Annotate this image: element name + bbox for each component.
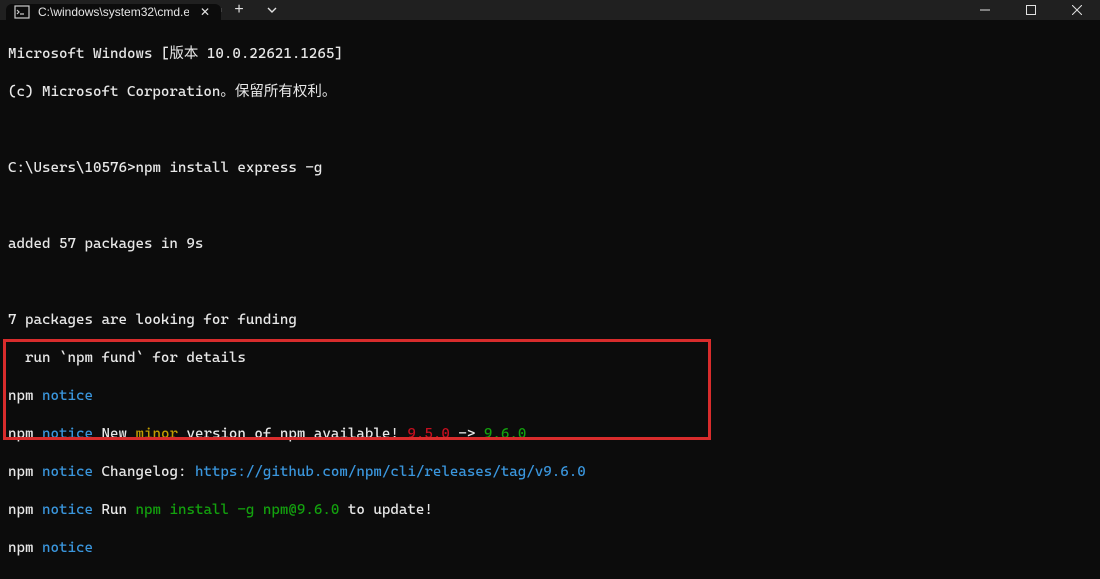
tab-cmd[interactable]: C:\windows\system32\cmd.exe ✕ bbox=[6, 4, 221, 20]
terminal-line: (c) Microsoft Corporation。保留所有权利。 bbox=[8, 83, 1092, 102]
maximize-icon bbox=[1026, 5, 1036, 15]
terminal-line bbox=[8, 273, 1092, 292]
terminal-line: C:\Users\10576>npm install express -g bbox=[8, 159, 1092, 178]
titlebar-drag-area[interactable] bbox=[288, 0, 962, 20]
terminal-line: added 57 packages in 9s bbox=[8, 235, 1092, 254]
chevron-down-icon bbox=[267, 5, 277, 15]
close-button[interactable] bbox=[1054, 0, 1100, 20]
tab-close-button[interactable]: ✕ bbox=[197, 5, 213, 19]
maximize-button[interactable] bbox=[1008, 0, 1054, 20]
terminal-line bbox=[8, 197, 1092, 216]
terminal-line: npm notice bbox=[8, 387, 1092, 406]
terminal-line: npm notice Run npm install -g npm@9.6.0 … bbox=[8, 501, 1092, 520]
terminal-line: Microsoft Windows [版本 10.0.22621.1265] bbox=[8, 45, 1092, 64]
terminal-line: npm notice Changelog: https://github.com… bbox=[8, 463, 1092, 482]
minimize-button[interactable] bbox=[962, 0, 1008, 20]
terminal-line: npm notice bbox=[8, 539, 1092, 558]
close-icon bbox=[1072, 5, 1082, 15]
terminal-content[interactable]: Microsoft Windows [版本 10.0.22621.1265] (… bbox=[0, 20, 1100, 579]
minimize-icon bbox=[980, 5, 990, 15]
terminal-line: 7 packages are looking for funding bbox=[8, 311, 1092, 330]
titlebar: C:\windows\system32\cmd.exe ✕ + bbox=[0, 0, 1100, 20]
window-controls bbox=[962, 0, 1100, 20]
new-tab-button[interactable]: + bbox=[222, 0, 256, 20]
terminal-line: run `npm fund` for details bbox=[8, 349, 1092, 368]
terminal-window: C:\windows\system32\cmd.exe ✕ + Microsof… bbox=[0, 0, 1100, 579]
terminal-line bbox=[8, 121, 1092, 140]
tab-title: C:\windows\system32\cmd.exe bbox=[38, 5, 189, 19]
cmd-icon bbox=[14, 4, 30, 20]
tab-dropdown-button[interactable] bbox=[256, 0, 288, 20]
terminal-line: npm notice New minor version of npm avai… bbox=[8, 425, 1092, 444]
